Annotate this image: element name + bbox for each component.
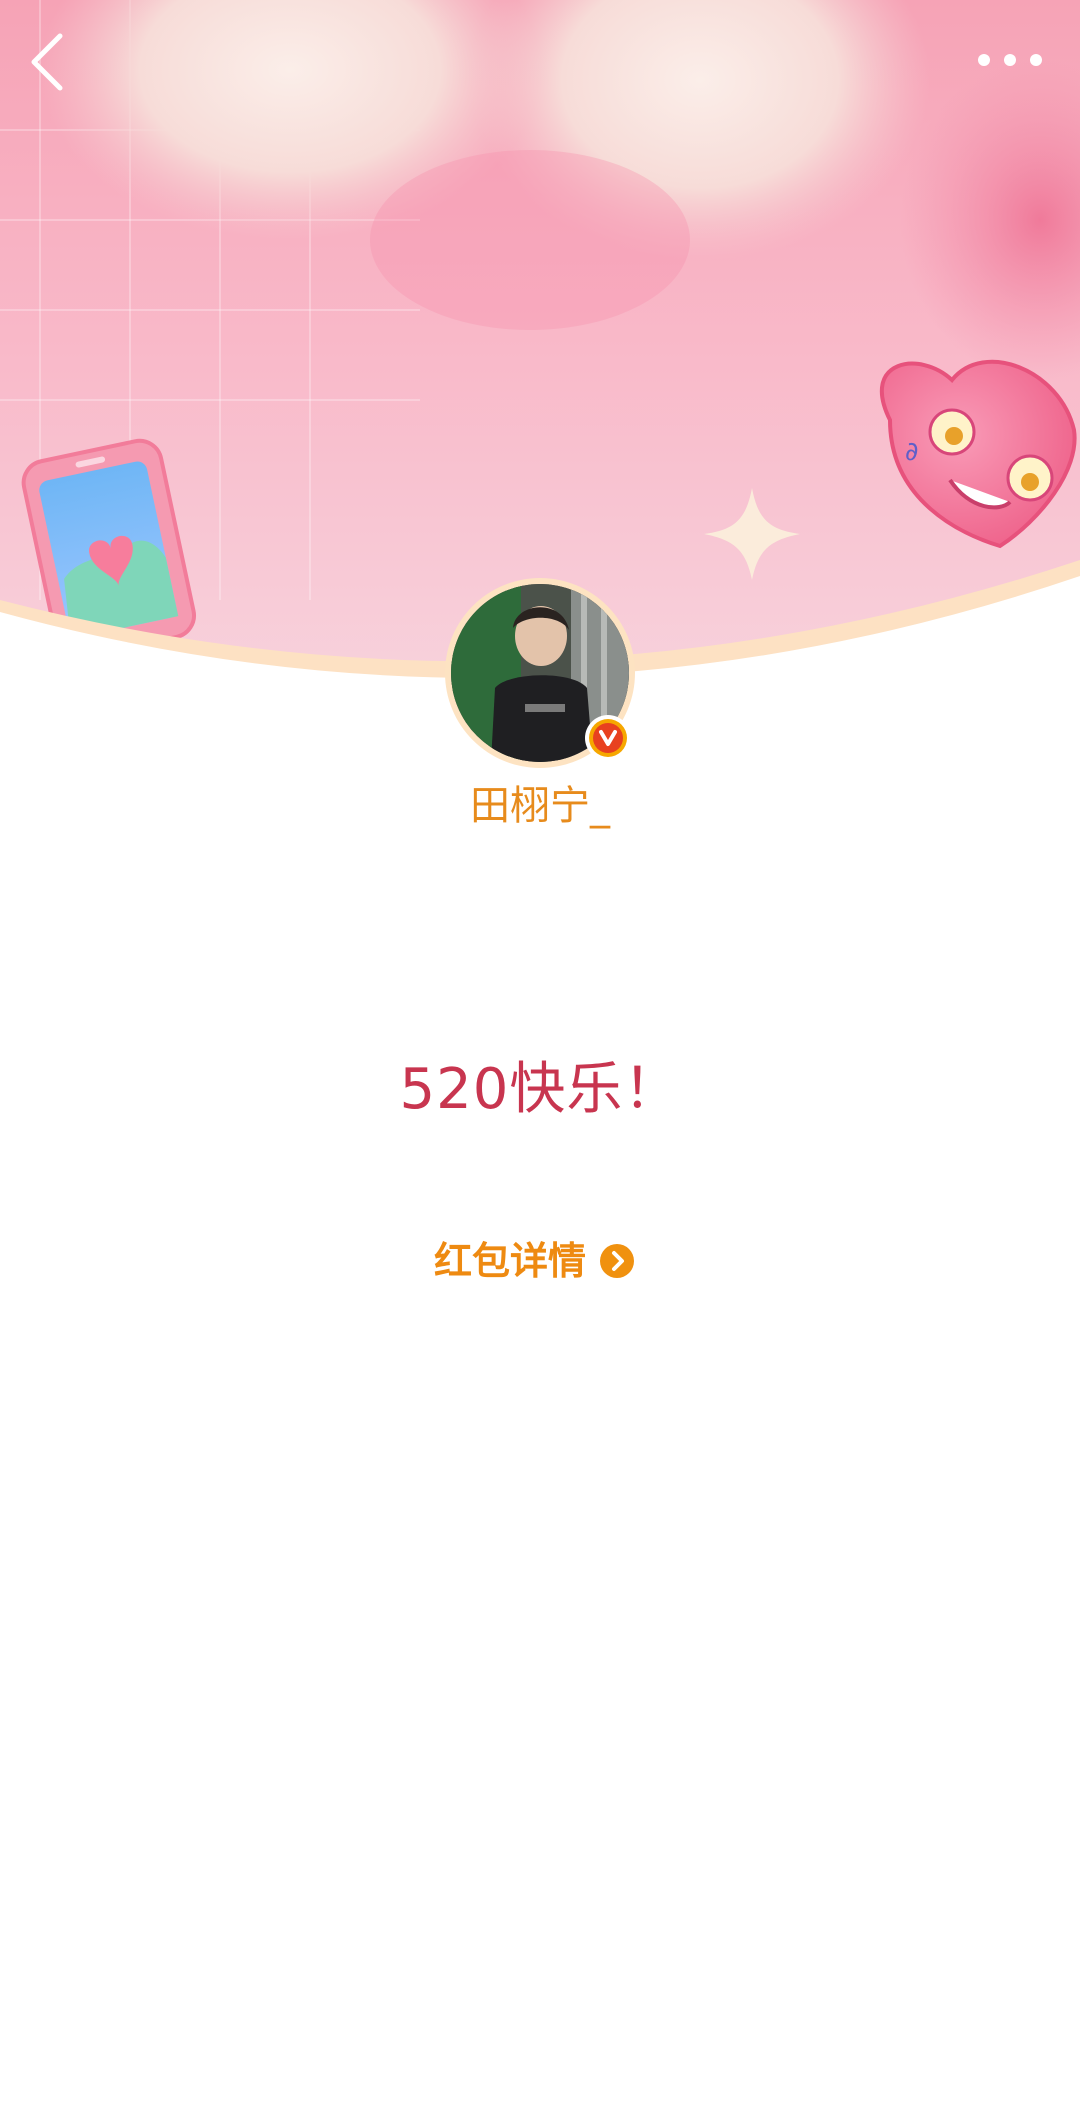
verified-v-icon [599,730,617,746]
sender-name[interactable]: 田栩宁_ [0,778,1080,834]
chevron-right-circle-icon [600,1244,635,1278]
more-horizontal-icon [978,54,1042,66]
back-button[interactable] [22,30,78,94]
details-label: 红包详情 [434,1239,587,1283]
chevron-left-icon [31,33,63,91]
more-button[interactable] [972,42,1052,78]
red-packet-details-link[interactable]: 红包详情 [434,1233,635,1289]
greeting-message: 520快乐！ [399,1057,681,1122]
verified-badge [585,715,631,761]
svg-text:∂: ∂ [905,437,918,467]
